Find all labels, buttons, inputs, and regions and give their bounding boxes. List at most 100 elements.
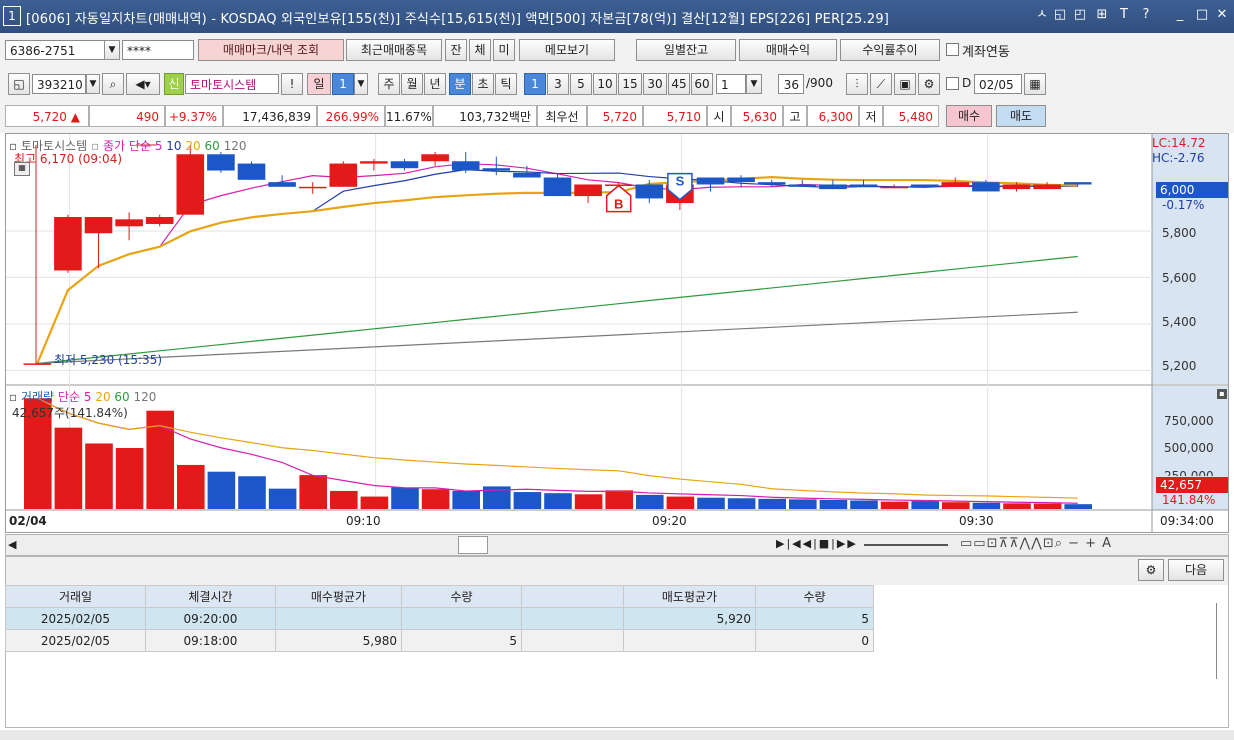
tab-week[interactable]: 주: [378, 73, 400, 95]
up-arrow-icon: ▲: [70, 110, 80, 124]
pin-icon[interactable]: ㅅ: [1034, 7, 1050, 23]
next-button[interactable]: 다음: [1168, 559, 1224, 581]
mi-button[interactable]: 미: [493, 39, 515, 61]
account-field[interactable]: 6386-2751: [5, 40, 105, 60]
line-type-icon[interactable]: ⟋: [870, 73, 892, 95]
x-start-date: 02/04: [9, 514, 47, 528]
candle-body: [574, 184, 602, 197]
table-row[interactable]: 2025/02/05 09:18:00 5,980 5 0: [5, 629, 874, 652]
cell: 09:18:00: [145, 629, 276, 652]
minute-option-45[interactable]: 45: [668, 73, 690, 95]
minute-option-5[interactable]: 5: [570, 73, 592, 95]
font-icon[interactable]: T: [1116, 7, 1132, 23]
date-field[interactable]: 02/05: [974, 74, 1022, 94]
window-number: 1: [3, 6, 21, 26]
change-percent: +9.37%: [165, 105, 223, 127]
maximize-icon[interactable]: □: [1194, 7, 1210, 23]
minute-option-1[interactable]: 1: [524, 73, 546, 95]
playback-controls[interactable]: ▶|◀◀|■|▶▶: [776, 537, 858, 550]
volume-bar: [360, 496, 389, 509]
tab-tick[interactable]: 틱: [495, 73, 517, 95]
legend-vol-ma120: 120: [133, 390, 157, 404]
date-checkbox[interactable]: [946, 77, 959, 90]
tab-minute[interactable]: 분: [449, 73, 471, 95]
sell-marker-label: S: [676, 174, 685, 189]
account-link-checkbox[interactable]: [946, 43, 959, 56]
calendar-small-icon[interactable]: ▦: [14, 162, 30, 176]
drawing-tools[interactable]: ▭▭⊡⊼⊼⋀⋀⊡⌕ − + A: [960, 536, 1112, 551]
trade-table: 거래일 체결시간 매수평균가 수량 매도평균가 수량 2025/02/05 09…: [5, 585, 874, 652]
scroll-left-icon[interactable]: ◀: [8, 538, 16, 551]
window-icon[interactable]: ◱: [8, 73, 30, 95]
restore-small-icon[interactable]: ◱: [1052, 7, 1068, 23]
stock-code-field[interactable]: 393210: [32, 74, 86, 94]
candle-type-icon[interactable]: ⫶: [846, 73, 868, 95]
minimize-icon[interactable]: _: [1172, 7, 1188, 23]
minute-option-30[interactable]: 30: [643, 73, 667, 95]
day-count[interactable]: 1: [332, 73, 354, 95]
tile-icon[interactable]: ◰: [1072, 7, 1088, 23]
speaker-icon[interactable]: ◀▾: [126, 73, 160, 95]
settings-icon[interactable]: ⚙: [918, 73, 940, 95]
trade-mark-button[interactable]: 매매마크/내역 조회: [198, 39, 344, 61]
volume-bar: [605, 490, 633, 509]
panel-scrollbar[interactable]: [1216, 603, 1223, 679]
count-field[interactable]: 1: [716, 74, 746, 94]
tab-day[interactable]: 일: [307, 73, 331, 95]
candle-body: [329, 163, 358, 187]
yield-trend-button[interactable]: 수익률추이: [840, 39, 940, 61]
tab-second[interactable]: 초: [472, 73, 494, 95]
chart-canvas[interactable]: BS: [6, 134, 1228, 532]
chart-panel[interactable]: BS ▫ 토마토시스템 ▫ 종가 단순 5 10 20 60 120 최고 6,…: [5, 133, 1229, 533]
volume-bar: [1064, 504, 1092, 509]
range-field[interactable]: 36: [778, 74, 804, 94]
count-dropdown-icon[interactable]: ▼: [746, 74, 762, 94]
tab-month[interactable]: 월: [401, 73, 423, 95]
recent-trades-button[interactable]: 최근매매종목: [346, 39, 442, 61]
cell: 2025/02/05: [5, 607, 146, 630]
candle-body: [727, 177, 755, 183]
minute-option-15[interactable]: 15: [618, 73, 642, 95]
code-dropdown-icon[interactable]: ▼: [86, 74, 100, 94]
candle-body: [23, 363, 52, 365]
volume-bar: [513, 492, 542, 509]
close-icon[interactable]: ✕: [1214, 7, 1230, 23]
lc-value: LC:14.72: [1152, 136, 1206, 150]
save-icon[interactable]: ▣: [894, 73, 916, 95]
search-icon[interactable]: ⌕: [102, 73, 124, 95]
account-dropdown-icon[interactable]: ▼: [104, 40, 120, 60]
legend-ma10: 10: [166, 139, 182, 153]
minute-option-3[interactable]: 3: [547, 73, 569, 95]
buy-button[interactable]: 매수: [946, 105, 992, 127]
candle-body: [696, 177, 725, 185]
zoom-slider[interactable]: [864, 544, 948, 546]
volume-bar: [207, 471, 236, 509]
high-label: 고: [783, 105, 807, 127]
day-dropdown-icon[interactable]: ▼: [354, 73, 368, 95]
alert-button[interactable]: !: [281, 73, 303, 95]
scroll-thumb[interactable]: [458, 536, 488, 554]
profit-button[interactable]: 매매수익: [739, 39, 837, 61]
minute-option-10[interactable]: 10: [593, 73, 617, 95]
tab-year[interactable]: 년: [424, 73, 446, 95]
table-row[interactable]: 2025/02/05 09:20:00 5,920 5: [5, 607, 874, 630]
volume-bar: [1003, 503, 1031, 509]
jan-button[interactable]: 잔: [445, 39, 467, 61]
cell: [275, 607, 402, 630]
current-pct: -0.17%: [1162, 198, 1205, 212]
candle-body: [1002, 184, 1031, 190]
password-field[interactable]: ****: [122, 40, 194, 60]
memo-button[interactable]: 메모보기: [519, 39, 615, 61]
che-button[interactable]: 체: [469, 39, 491, 61]
volume-ratio: 266.99%: [317, 105, 385, 127]
panel-settings-icon[interactable]: ⚙: [1138, 559, 1164, 581]
grid-icon[interactable]: ⊞: [1094, 7, 1110, 23]
minute-option-60[interactable]: 60: [691, 73, 713, 95]
volume-bar: [942, 502, 970, 509]
calendar-icon[interactable]: ▦: [1024, 73, 1046, 95]
cell: [401, 607, 522, 630]
help-icon[interactable]: ?: [1138, 7, 1154, 23]
collapse-icon[interactable]: ▪: [1217, 389, 1227, 399]
daily-balance-button[interactable]: 일별잔고: [636, 39, 736, 61]
sell-button[interactable]: 매도: [996, 105, 1046, 127]
